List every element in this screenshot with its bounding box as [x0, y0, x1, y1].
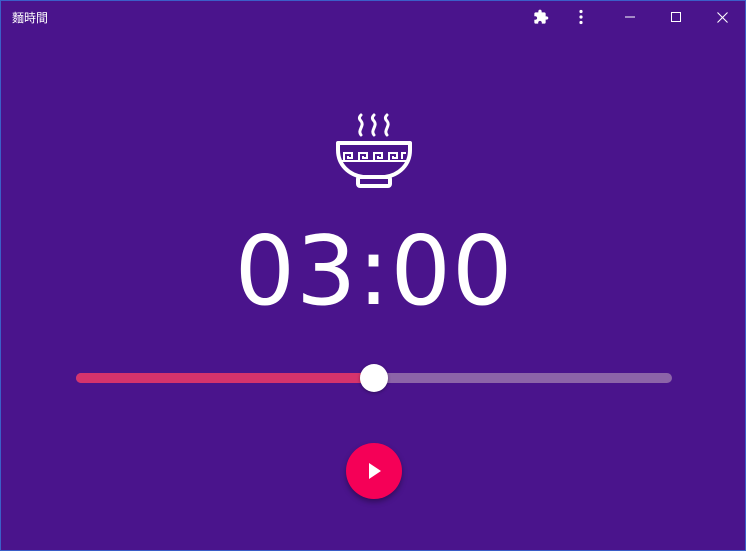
- minimize-icon: [625, 16, 635, 18]
- maximize-icon: [671, 12, 681, 22]
- noodle-bowl-icon: [336, 113, 412, 188]
- time-slider[interactable]: [75, 363, 673, 393]
- timer-display: 03:00: [234, 217, 514, 327]
- extensions-button[interactable]: [529, 1, 553, 33]
- window-title: 麵時間: [12, 11, 49, 25]
- play-icon: [369, 463, 381, 479]
- close-icon: [716, 11, 728, 23]
- minimize-button[interactable]: [607, 1, 653, 33]
- app-window: 麵時間 03:00: [0, 0, 746, 551]
- puzzle-icon: [534, 9, 549, 24]
- title-bar: 麵時間: [1, 1, 745, 33]
- play-button[interactable]: [346, 443, 402, 499]
- more-menu-button[interactable]: [570, 1, 592, 33]
- more-vert-icon: [579, 9, 583, 25]
- close-button[interactable]: [699, 1, 745, 33]
- slider-thumb[interactable]: [360, 364, 388, 392]
- slider-fill: [76, 373, 374, 383]
- maximize-button[interactable]: [653, 1, 699, 33]
